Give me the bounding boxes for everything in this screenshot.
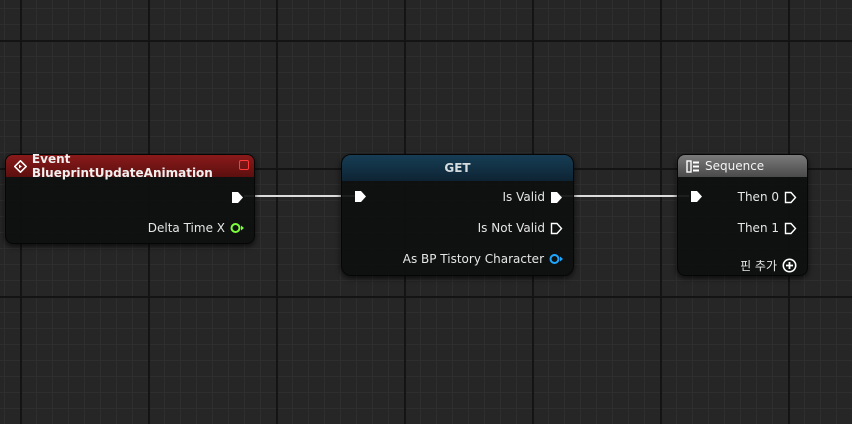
event-diamond-icon xyxy=(14,159,27,173)
add-pin-label: 핀 추가 xyxy=(740,258,777,273)
exec-pin-icon[interactable] xyxy=(231,191,244,204)
sequence-node[interactable]: Sequence Then 0 Then 1 핀 추가 xyxy=(677,154,808,276)
object-pin-icon[interactable] xyxy=(549,253,563,265)
exec-pin-icon[interactable] xyxy=(550,191,563,204)
exec-input-pin-icon[interactable] xyxy=(354,190,367,203)
exec-pin-outline-icon[interactable] xyxy=(784,222,797,235)
get-node-title: GET xyxy=(444,161,471,175)
delta-time-pin[interactable]: Delta Time X xyxy=(148,218,244,238)
is-not-valid-label: Is Not Valid xyxy=(477,221,545,235)
event-blueprint-update-animation-node[interactable]: Event BlueprintUpdateAnimation Delta Tim… xyxy=(5,152,255,244)
then-1-label: Then 1 xyxy=(737,221,779,235)
sequence-icon xyxy=(686,159,699,173)
plus-circle-icon[interactable] xyxy=(782,258,797,273)
event-exec-output[interactable] xyxy=(231,187,244,207)
event-node-title: Event BlueprintUpdateAnimation xyxy=(31,152,213,180)
exec-pin-outline-icon[interactable] xyxy=(784,191,797,204)
get-node-header[interactable]: GET xyxy=(342,155,573,181)
sequence-node-header[interactable]: Sequence xyxy=(678,155,807,177)
exec-pin-outline-icon[interactable] xyxy=(550,222,563,235)
is-valid-label: Is Valid xyxy=(502,190,545,204)
then-0-pin[interactable]: Then 0 xyxy=(738,187,797,207)
exec-input-pin-icon[interactable] xyxy=(690,190,703,203)
is-not-valid-pin[interactable]: Is Not Valid xyxy=(478,218,563,238)
add-pin-button[interactable]: 핀 추가 xyxy=(740,255,797,275)
as-character-pin[interactable]: As BP Tistory Character xyxy=(403,249,563,269)
then-1-pin[interactable]: Then 1 xyxy=(738,218,797,238)
delta-time-label: Delta Time X xyxy=(147,221,225,235)
is-valid-pin[interactable]: Is Valid xyxy=(502,187,563,207)
float-pin-icon[interactable] xyxy=(230,222,244,234)
sequence-node-title: Sequence xyxy=(705,159,765,173)
then-0-label: Then 0 xyxy=(737,190,779,204)
get-validated-node[interactable]: GET Is Valid Is Not Valid As BP Tistory … xyxy=(341,154,574,276)
event-node-header[interactable]: Event BlueprintUpdateAnimation xyxy=(6,152,254,180)
as-character-label: As BP Tistory Character xyxy=(402,252,544,266)
delegate-square-icon[interactable] xyxy=(239,160,249,170)
